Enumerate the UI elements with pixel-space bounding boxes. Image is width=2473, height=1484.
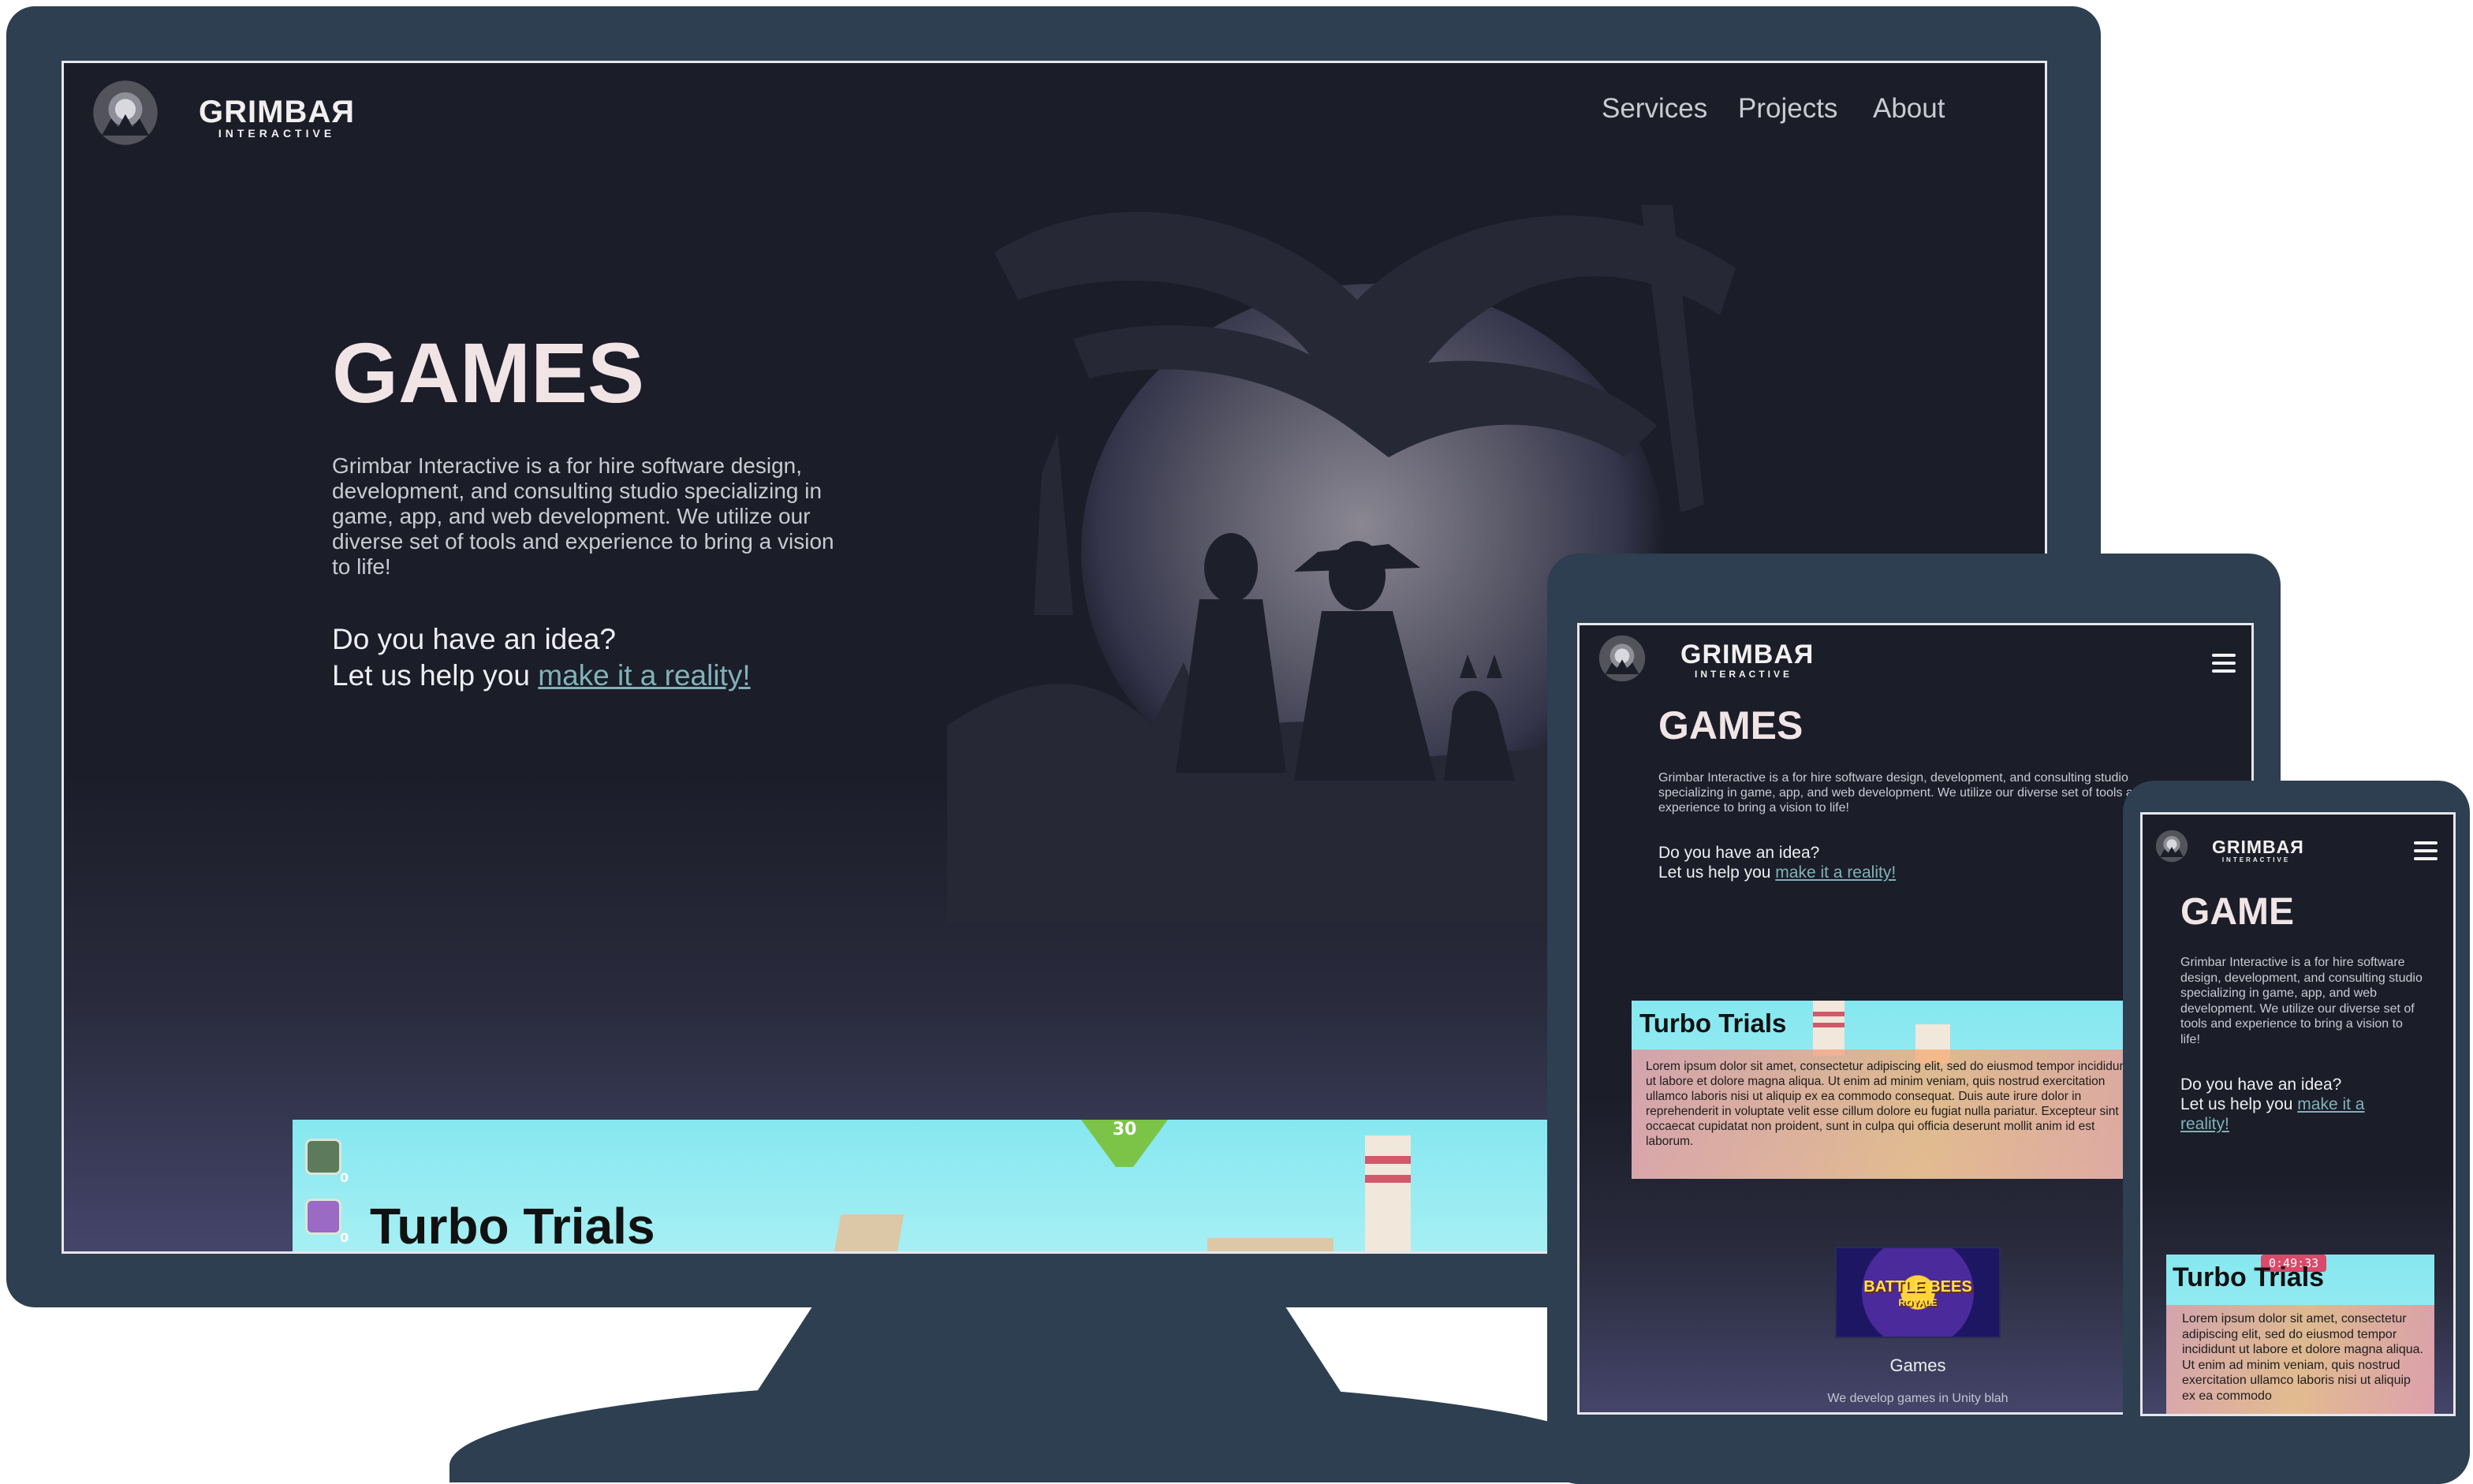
cta-link[interactable]: make it a reality! — [538, 659, 750, 692]
brand-logo[interactable]: GRIMBAЯ INTERACTIVE — [1680, 639, 1815, 680]
cta-prefix: Let us help you — [332, 659, 539, 692]
gem-value: 30 — [1112, 1120, 1137, 1139]
hero-cta: Do you have an idea? Let us help you mak… — [332, 621, 751, 694]
brand-logo[interactable]: GRIMBAЯ INTERACTIVE — [198, 95, 356, 140]
game-rock — [832, 1214, 905, 1251]
section-description: We develop games in Unity blah — [1827, 1392, 2009, 1405]
upgrade-count: 0 — [340, 1230, 349, 1245]
brand-tagline: INTERACTIVE — [1694, 669, 1792, 680]
brand-logo[interactable]: GRIMBAЯ INTERACTIVE — [2212, 837, 2304, 863]
game-card-title: Turbo Trials — [370, 1198, 655, 1254]
brand-name: GRIMBAЯ — [1680, 639, 1815, 669]
hero-description: Grimbar Interactive is a for hire softwa… — [332, 453, 834, 579]
brand-name: GRIMBAЯ — [199, 95, 355, 129]
hero-title: GAME — [2180, 891, 2294, 933]
cta-question: Do you have an idea? — [2180, 1076, 2342, 1094]
cta-line: Let us help you make it a reality! — [1658, 863, 1896, 882]
game-tower — [1365, 1135, 1411, 1251]
logo-mark-icon[interactable] — [2152, 829, 2191, 863]
cta-prefix: Let us help you — [1658, 863, 1776, 882]
game-card-description: Lorem ipsum dolor sit amet, consectetur … — [2182, 1312, 2423, 1403]
hero-description: Grimbar Interactive is a for hire softwa… — [2180, 956, 2423, 1046]
hero-description: Grimbar Interactive is a for hire softwa… — [1658, 771, 2147, 815]
thumbnail-subtitle: ROYALE — [1898, 1297, 1938, 1308]
nav-about[interactable]: About — [1873, 93, 1945, 125]
boost-icon — [305, 1139, 341, 1175]
nav-services[interactable]: Services — [1602, 93, 1707, 125]
phone-screen: GRIMBAЯ INTERACTIVE GAME Grimbar Interac… — [2140, 812, 2456, 1416]
upgrade-icon — [305, 1199, 341, 1235]
brand-name: GRIMBAЯ — [2212, 837, 2304, 857]
menu-hamburger-icon[interactable] — [2212, 654, 2236, 673]
battle-bees-thumbnail[interactable]: BATTLE BEES ROYALE — [1835, 1247, 2001, 1338]
game-card-turbo-trials[interactable]: 0:49:33 Turbo Trials Lorem ipsum dolor s… — [2166, 1255, 2434, 1414]
game-card-description: Lorem ipsum dolor sit amet, consectetur … — [1646, 1060, 2130, 1148]
cta-prefix: Let us help you — [2180, 1095, 2298, 1113]
logo-mark-icon[interactable] — [86, 77, 165, 148]
game-card-turbo-trials[interactable]: 30 0 0 Turbo Trials — [293, 1120, 1570, 1254]
menu-hamburger-icon[interactable] — [2414, 841, 2438, 860]
game-rock — [1207, 1238, 1333, 1251]
hero-cta: Do you have an idea? Let us help you mak… — [1658, 843, 1896, 882]
logo-mark-icon[interactable] — [1594, 633, 1651, 684]
cta-line: Let us help you make it a reality! — [2180, 1094, 2417, 1134]
brand-tagline: INTERACTIVE — [2221, 856, 2291, 863]
monitor-stand-base — [449, 1380, 1632, 1482]
cta-link[interactable]: make it a reality! — [1775, 863, 1896, 882]
game-tower — [1813, 1001, 1844, 1056]
game-card-title: Turbo Trials — [2173, 1262, 2325, 1292]
brand-tagline: INTERACTIVE — [218, 127, 336, 140]
hero-cta: Do you have an idea? Let us help you mak… — [2180, 1075, 2417, 1134]
cta-question: Do you have an idea? — [1658, 844, 1820, 862]
game-card-title: Turbo Trials — [1639, 1009, 1787, 1038]
boost-count: 0 — [340, 1170, 349, 1185]
cta-line: Let us help you make it a reality! — [332, 658, 751, 694]
thumbnail-title: BATTLE BEES — [1863, 1278, 1972, 1296]
cta-question: Do you have an idea? — [332, 623, 616, 655]
nav-projects[interactable]: Projects — [1738, 93, 1837, 125]
hero-title: GAMES — [1658, 703, 1803, 748]
hero-title: GAMES — [332, 325, 645, 420]
section-title: Games — [1889, 1355, 1946, 1375]
